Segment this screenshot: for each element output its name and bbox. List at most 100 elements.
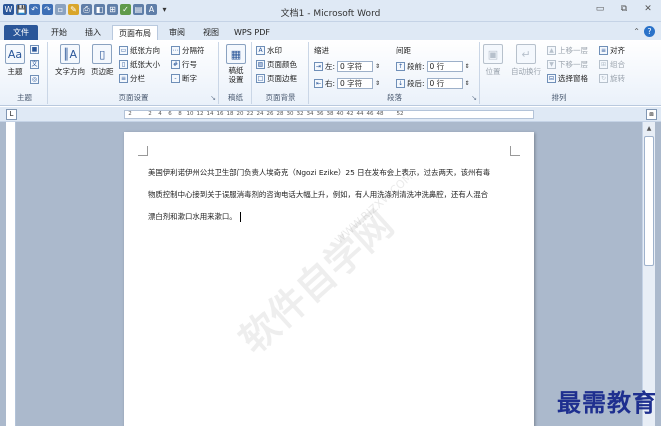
paragraph-launcher-icon[interactable]: ↘ — [471, 94, 477, 102]
help-icon[interactable]: ? — [644, 26, 655, 37]
indent-right-row: ⇤ 右: 0 字符 ⇕ — [314, 78, 381, 89]
text-cursor — [239, 212, 241, 222]
watermark-button[interactable]: A 水印 — [256, 45, 282, 56]
wrap-text-button[interactable]: ↵ 自动换行 — [511, 44, 541, 77]
document-body[interactable]: 美国伊利诺伊州公共卫生部门负责人埃奇克（Ngozi Ezike）25 日在发布会… — [148, 162, 518, 228]
spacing-before-spinner-icon[interactable]: ⇕ — [465, 63, 470, 70]
document-line: 美国伊利诺伊州公共卫生部门负责人埃奇克（Ngozi Ezike）25 日在发布会… — [148, 168, 491, 177]
scroll-up-icon[interactable]: ▲ — [644, 124, 654, 134]
document-line: 漂白剂和漱口水用来漱口。 — [148, 206, 518, 228]
size-button[interactable]: ▯ 纸张大小 — [119, 59, 160, 70]
arrange-group-label: 排列 — [551, 93, 567, 102]
theme-effects-button[interactable]: ◎ — [30, 75, 39, 84]
restore-button[interactable]: ⧉ — [617, 4, 631, 14]
margins-icon: ▯ — [92, 44, 113, 64]
margins-button[interactable]: ▯ 页边距 — [91, 44, 114, 77]
ruler-tick-label: 48 — [376, 111, 384, 117]
spacing-after-icon: ↓ — [396, 79, 405, 88]
indent-right-spinner-icon[interactable]: ⇕ — [375, 80, 380, 87]
page-setup-group-label: 页面设置 — [118, 93, 149, 102]
tab-page-layout[interactable]: 页面布局 — [112, 25, 158, 40]
paragraph-group: 缩进 间距 ⇥ 左: 0 字符 ⇕ ⇤ 右: 0 字符 ⇕ ↑ 段前: 0 行 ⇕ ↓ 段后: 0 行… — [310, 42, 480, 104]
collapse-ribbon-icon[interactable]: ⌃ — [633, 27, 640, 36]
ruler-tick-label: 12 — [196, 111, 204, 117]
ribbon-tabs: 文件 开始 插入 页面布局 审阅 视图 WPS PDF ⌃ ? — [0, 22, 661, 40]
ruler-tick-label: 6 — [168, 111, 172, 117]
tab-insert[interactable]: 插入 — [78, 25, 108, 40]
size-icon: ▯ — [119, 60, 128, 69]
ruler-tick-label: 36 — [316, 111, 324, 117]
paragraph-group-label: 段落 — [387, 93, 402, 102]
align-icon: ≡ — [599, 46, 608, 55]
indent-left-row: ⇥ 左: 0 字符 ⇕ — [314, 61, 381, 72]
theme-icon: Aa — [5, 44, 25, 64]
draft-paper-settings-button[interactable]: ▦ 稿纸设置 — [225, 44, 247, 84]
line-numbers-icon: # — [171, 60, 180, 69]
spacing-after-spinner-icon[interactable]: ⇕ — [465, 80, 470, 87]
tab-review[interactable]: 审阅 — [162, 25, 192, 40]
spacing-after-field[interactable]: 0 行 — [426, 78, 463, 89]
spacing-after-row: ↓ 段后: 0 行 ⇕ — [396, 78, 470, 89]
line-numbers-button[interactable]: # 行号 — [171, 59, 197, 70]
tab-view[interactable]: 视图 — [196, 25, 226, 40]
ruler-tick-label: 30 — [286, 111, 294, 117]
vertical-ruler[interactable] — [6, 122, 16, 426]
ruler-tick-label: 32 — [296, 111, 304, 117]
minimize-button[interactable]: ▭ — [593, 4, 607, 14]
send-backward-button[interactable]: ▼ 下移一层 — [547, 59, 588, 70]
align-button[interactable]: ≡ 对齐 — [599, 45, 625, 56]
hyphenation-icon: - — [171, 74, 180, 83]
ruler-tick-label: 10 — [186, 111, 194, 117]
bring-forward-button[interactable]: ▲ 上移一层 — [547, 45, 588, 56]
page-borders-icon: □ — [256, 74, 265, 83]
window-controls: ▭ ⧉ ✕ — [593, 4, 655, 14]
ruler-toggle-icon[interactable]: ⧈ — [646, 109, 657, 120]
indent-right-field[interactable]: 0 字符 — [337, 78, 374, 89]
send-backward-icon: ▼ — [547, 60, 556, 69]
ruler-tick-label: 24 — [256, 111, 264, 117]
scroll-thumb[interactable] — [644, 136, 654, 266]
arrange-group: ▣ 位置 ↵ 自动换行 ▲ 上移一层 ▼ 下移一层 ⊟ 选择窗格 ≡ 对齐 ⊞ 组合 ↻ 旋… — [481, 42, 637, 104]
ruler-tick-label: 52 — [396, 111, 404, 117]
spacing-before-field[interactable]: 0 行 — [426, 61, 463, 72]
columns-icon: ≡ — [119, 74, 128, 83]
tab-wps-pdf[interactable]: WPS PDF — [230, 25, 274, 40]
columns-button[interactable]: ≡ 分栏 — [119, 73, 145, 84]
position-button[interactable]: ▣ 位置 — [483, 44, 503, 77]
ruler-tick-label: 8 — [178, 111, 182, 117]
ruler-tick-label: 14 — [206, 111, 214, 117]
vertical-scrollbar[interactable]: ▲ — [642, 122, 655, 426]
orientation-button[interactable]: ▭ 纸张方向 — [119, 45, 160, 56]
indent-right-icon: ⇤ — [314, 79, 323, 88]
breaks-button[interactable]: ⋯ 分隔符 — [171, 45, 205, 56]
tab-home[interactable]: 开始 — [44, 25, 74, 40]
theme-colors-button[interactable]: ■ — [30, 45, 39, 54]
page-borders-button[interactable]: □ 页面边框 — [256, 73, 297, 84]
spacing-before-icon: ↑ — [396, 62, 405, 71]
group-button[interactable]: ⊞ 组合 — [599, 59, 625, 70]
indent-left-field[interactable]: 0 字符 — [337, 61, 374, 72]
title-bar: W 💾 ↶ ↷ ▫ ✎ ⎙ ◧ ⊞ ✓ ▤ A ▾ 文档1 - Microsof… — [0, 0, 661, 22]
text-direction-button[interactable]: ║A 文字方向 — [55, 44, 85, 77]
orientation-icon: ▭ — [119, 46, 128, 55]
hyphenation-button[interactable]: - 断字 — [171, 73, 197, 84]
tab-file[interactable]: 文件 — [4, 25, 38, 40]
selection-pane-button[interactable]: ⊟ 选择窗格 — [547, 73, 588, 84]
draft-paper-icon: ▦ — [226, 44, 246, 64]
indent-left-spinner-icon[interactable]: ⇕ — [375, 63, 380, 70]
document-page[interactable]: 软件自学网 WWW.RJZXW.COM 美国伊利诺伊州公共卫生部门负责人埃奇克（… — [124, 132, 534, 426]
page-color-button[interactable]: ▨ 页面颜色 — [256, 59, 297, 70]
fonts-icon: 文 — [30, 60, 39, 69]
tab-selector-icon[interactable]: L — [6, 109, 17, 120]
margin-corner-top-left — [138, 146, 148, 156]
horizontal-ruler[interactable]: 2 2 4 6 8 10 12 14 16 18 20 22 24 26 28 30 32 34 36 38 40 42 4… — [124, 110, 534, 119]
rotate-button[interactable]: ↻ 旋转 — [599, 73, 625, 84]
theme-button[interactable]: Aa 主题 — [5, 44, 25, 77]
close-button[interactable]: ✕ — [641, 4, 655, 14]
page-setup-launcher-icon[interactable]: ↘ — [210, 94, 216, 102]
ruler-bar: L 2 2 4 6 8 10 12 14 16 18 20 22 24 26 28 30 32 34 36 38 40 4… — [0, 107, 661, 122]
theme-fonts-button[interactable]: 文 — [30, 60, 39, 69]
ruler-tick-label: 34 — [306, 111, 314, 117]
ruler-tick-label: 18 — [226, 111, 234, 117]
ruler-tick-label: 2 — [128, 111, 132, 117]
